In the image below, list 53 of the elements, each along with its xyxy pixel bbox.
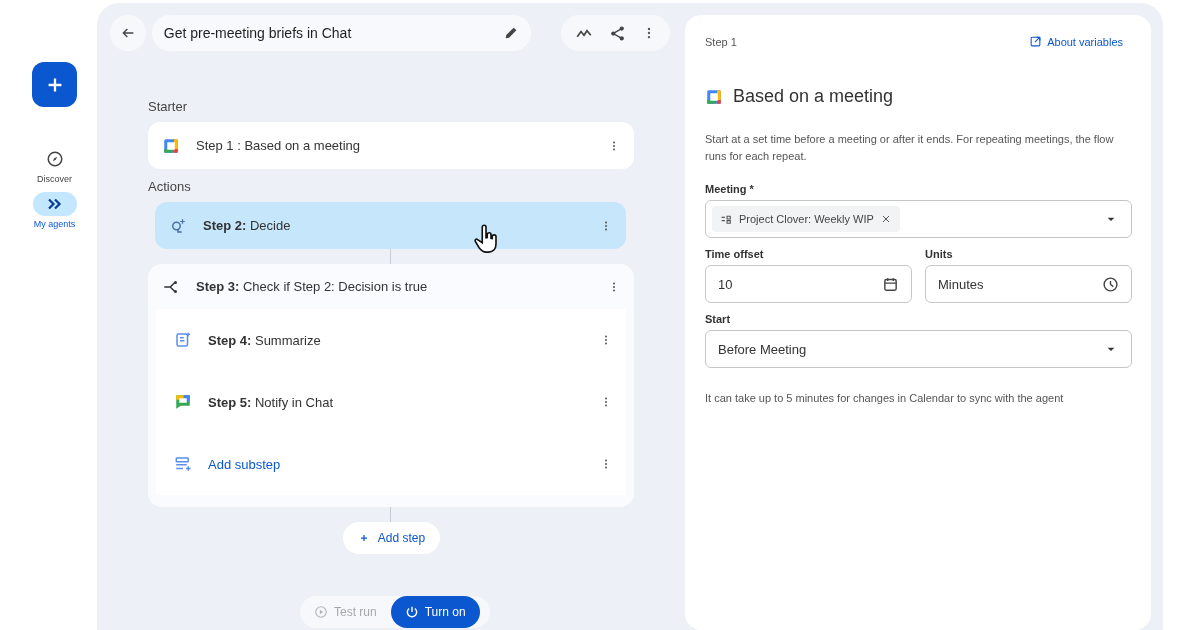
document-sparkle-icon xyxy=(174,331,192,349)
chat-icon xyxy=(174,393,192,411)
calendar-icon xyxy=(162,136,180,155)
step-title: Step 4: Summarize xyxy=(208,332,322,348)
units-field[interactable]: Minutes xyxy=(925,265,1132,303)
step-title: Step 5: Notify in Chat xyxy=(208,394,334,410)
field-label: Meeting * xyxy=(705,183,755,195)
meeting-select[interactable]: Project Clover: Weekly WIP xyxy=(705,200,1132,238)
field-label: Time offset xyxy=(705,248,765,260)
external-link-icon xyxy=(1029,35,1043,48)
add-substep-button[interactable]: Add substep xyxy=(156,433,626,495)
step-card[interactable]: Step 5: Notify in Chat xyxy=(156,371,626,433)
step-title: Add substep xyxy=(208,456,282,472)
panel-heading: Based on a meeting xyxy=(733,86,894,107)
about-variables-link[interactable]: About variables xyxy=(1029,35,1123,48)
create-button[interactable] xyxy=(32,62,77,107)
step-label: Step 1 xyxy=(705,35,737,48)
step-title: Step 2: Decide xyxy=(203,218,292,233)
compass-icon xyxy=(45,150,64,168)
chip-label: Project Clover: Weekly WIP xyxy=(739,213,874,225)
sync-note: It can take up to 5 minutes for changes in Calendar to sync with the agent xyxy=(705,392,1065,404)
step-title: Step 3: Check if Step 2: Decision is true xyxy=(196,279,429,294)
share-icon[interactable] xyxy=(609,24,626,42)
list-add-icon xyxy=(174,455,192,473)
pencil-icon[interactable] xyxy=(503,25,519,41)
power-icon xyxy=(404,605,419,619)
calendar-icon xyxy=(705,87,723,106)
field-value: Before Meeting xyxy=(718,341,807,357)
play-icon xyxy=(314,605,328,619)
calendar-icon[interactable] xyxy=(882,275,899,293)
field-value: 10 xyxy=(718,276,733,292)
step-title: Step 1 : Based on a meeting xyxy=(196,138,362,153)
start-select[interactable]: Before Meeting xyxy=(705,330,1132,368)
nav-item[interactable]: Discover xyxy=(32,147,77,184)
step-card[interactable]: Step 2: Decide xyxy=(155,202,626,249)
section-label: Starter xyxy=(148,99,188,114)
meeting-chip[interactable]: Project Clover: Weekly WIP xyxy=(712,206,900,232)
time-offset-field[interactable]: 10 xyxy=(705,265,912,303)
field-value: Minutes xyxy=(938,276,984,292)
add-step-button[interactable]: Add step xyxy=(343,522,440,554)
step-card[interactable]: Step 4: Summarize xyxy=(156,309,626,371)
back-button[interactable] xyxy=(110,15,146,51)
clock-icon[interactable] xyxy=(1102,275,1119,293)
step-card[interactable]: Step 3: Check if Step 2: Decision is true xyxy=(148,264,634,309)
description-text: Start at a set time before a meeting or after it ends. For repeating meetings, the flow runs for each repeat. xyxy=(705,132,1115,164)
field-label: Units xyxy=(925,248,954,260)
title-field[interactable]: Get pre-meeting briefs in Chat xyxy=(151,15,531,51)
step-card[interactable]: Step 1 : Based on a meeting xyxy=(148,122,634,169)
person-sparkle-icon xyxy=(169,216,187,235)
flow-title: Get pre-meeting briefs in Chat xyxy=(163,25,352,41)
section-label: Actions xyxy=(148,179,192,194)
field-label: Start xyxy=(705,313,732,325)
turn-on-button[interactable]: Turn on xyxy=(390,596,480,628)
